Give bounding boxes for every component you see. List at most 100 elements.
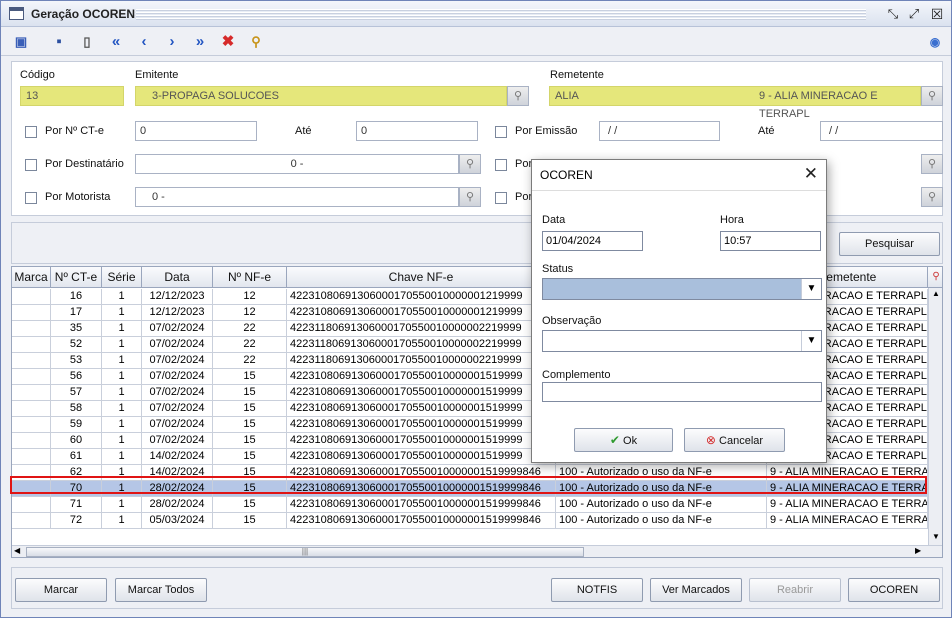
cell-marca — [12, 337, 51, 353]
col-marca[interactable]: Marca — [12, 267, 51, 288]
cell-serie: 1 — [102, 401, 142, 417]
close-icon[interactable]: ☒ — [929, 6, 945, 22]
cell-chave: 42231080691306000170550010000001519999 — [287, 385, 556, 401]
new-icon[interactable]: ▯ — [77, 32, 97, 52]
por-motorista-checkbox[interactable] — [25, 192, 37, 204]
search-icon[interactable]: ⚲ — [246, 32, 266, 52]
prev-icon[interactable]: ‹ — [134, 32, 154, 52]
cell-cte: 16 — [51, 289, 102, 305]
dialog-hora-field[interactable]: 10:57 — [720, 231, 821, 251]
cell-nfe: 12 — [213, 305, 287, 321]
marcar-todos-button[interactable]: Marcar Todos — [115, 578, 207, 602]
col-serie[interactable]: Série — [102, 267, 142, 288]
first-icon[interactable]: « — [106, 32, 126, 52]
status-dropdown-icon[interactable]: ▼ — [801, 279, 821, 299]
dialog-status-select[interactable]: ▼ — [542, 278, 822, 300]
motorista-field[interactable]: 0 - — [135, 187, 459, 207]
vertical-scrollbar[interactable]: ▲ ▼ — [928, 288, 942, 545]
cell-nfe: 22 — [213, 321, 287, 337]
filter-4-lookup-icon[interactable]: ⚲ — [921, 187, 943, 207]
column-picker-icon[interactable]: ⚲ — [928, 267, 942, 288]
remetente-code: ALIA — [555, 90, 579, 102]
col-chave[interactable]: Chave NF-e — [287, 267, 556, 288]
cell-marca — [12, 481, 51, 497]
save-icon[interactable]: ▪ — [49, 32, 69, 52]
por-filter-4-label: Por — [515, 191, 533, 203]
horizontal-scrollbar[interactable]: ◀ ||| ▶ — [12, 545, 942, 557]
cell-data: 12/12/2023 — [142, 305, 213, 321]
por-destinatario-checkbox[interactable] — [25, 159, 37, 171]
last-icon[interactable]: » — [190, 32, 210, 52]
next-icon[interactable]: › — [162, 32, 182, 52]
marcar-button[interactable]: Marcar — [15, 578, 107, 602]
scroll-up-icon[interactable]: ▲ — [930, 289, 942, 301]
cell-nfe: 12 — [213, 289, 287, 305]
por-filter-3-checkbox[interactable] — [495, 159, 507, 171]
por-ncte-checkbox[interactable] — [25, 126, 37, 138]
por-filter-4-checkbox[interactable] — [495, 192, 507, 204]
scroll-right-icon[interactable]: ▶ — [915, 546, 921, 555]
por-emissao-checkbox[interactable] — [495, 126, 507, 138]
cell-chave: 42231080691306000170550010000001519999 — [287, 449, 556, 465]
col-ncte[interactable]: Nº CT-e — [51, 267, 102, 288]
cell-serie: 1 — [102, 449, 142, 465]
dialog-data-label: Data — [542, 214, 566, 226]
table-row[interactable]: 72 1 05/03/2024 15 4223108069130600017055001… — [12, 513, 928, 529]
title-grip — [136, 9, 866, 20]
cell-chave: 42231180691306000170550010000002219999 — [287, 337, 556, 353]
cell-nfe: 15 — [213, 433, 287, 449]
dialog-status-label: Status — [542, 263, 574, 275]
ncte-from-field[interactable]: 0 — [135, 121, 257, 141]
dialog-cancelar-button[interactable]: ⊗ Cancelar — [684, 428, 785, 452]
table-row[interactable]: 71 1 28/02/2024 15 4223108069130600017055001… — [12, 497, 928, 513]
emitente-lookup-icon[interactable]: ⚲ — [507, 86, 529, 106]
dialog-data-field[interactable]: 01/04/2024 — [542, 231, 643, 251]
reabrir-button: Reabrir — [749, 578, 841, 602]
dialog-complemento-field[interactable] — [542, 382, 822, 402]
dialog-observacao-select[interactable]: ▼ — [542, 330, 822, 352]
cell-data: 07/02/2024 — [142, 433, 213, 449]
help-icon[interactable]: ◉ — [925, 32, 945, 52]
ocoren-button[interactable]: OCOREN — [848, 578, 940, 602]
emissao-to-field[interactable]: / / — [820, 121, 943, 141]
cell-data: 07/02/2024 — [142, 417, 213, 433]
notfis-button[interactable]: NOTFIS — [551, 578, 643, 602]
por-destinatario-label: Por Destinatário — [45, 158, 124, 170]
delete-icon[interactable]: ✖ — [218, 32, 238, 52]
remetente-field[interactable]: ALIA 9 - ALIA MINERACAO E TERRAPL — [549, 86, 921, 120]
dialog-observacao-label: Observação — [542, 315, 602, 327]
emitente-field[interactable]: 3-PROPAGA SOLUCOES — [135, 86, 507, 106]
table-row[interactable]: 62 1 14/02/2024 15 4223108069130600017055001… — [12, 465, 928, 481]
scroll-left-icon[interactable]: ◀ — [14, 546, 20, 555]
cell-marca — [12, 465, 51, 481]
cell-serie: 1 — [102, 353, 142, 369]
scroll-down-icon[interactable]: ▼ — [930, 532, 942, 544]
dialog-close-icon[interactable]: ✕ — [804, 164, 818, 184]
observacao-dropdown-icon[interactable]: ▼ — [801, 331, 821, 351]
col-data[interactable]: Data — [142, 267, 213, 288]
emissao-from-field[interactable]: / / — [599, 121, 720, 141]
dialog-ok-button[interactable]: ✔ Ok — [574, 428, 673, 452]
destinatario-field[interactable]: 0 - — [135, 154, 459, 174]
scroll-thumb[interactable]: ||| — [26, 547, 584, 557]
col-nfe[interactable]: Nº NF-e — [213, 267, 287, 288]
pesquisar-button[interactable]: Pesquisar — [839, 232, 940, 256]
remetente-lookup-icon[interactable]: ⚲ — [921, 86, 943, 106]
filter-3-lookup-icon[interactable]: ⚲ — [921, 154, 943, 174]
clear-icon[interactable]: ▣ — [11, 32, 31, 52]
cell-serie: 1 — [102, 369, 142, 385]
minimize-icon[interactable]: ⤡ — [885, 6, 901, 22]
cell-data: 07/02/2024 — [142, 369, 213, 385]
cell-cte: 53 — [51, 353, 102, 369]
dialog-divider — [532, 190, 826, 191]
cell-nfe: 22 — [213, 353, 287, 369]
cell-nfe: 15 — [213, 497, 287, 513]
cell-marca — [12, 417, 51, 433]
ncte-to-field[interactable]: 0 — [356, 121, 478, 141]
codigo-field[interactable]: 13 — [20, 86, 124, 106]
ver-marcados-button[interactable]: Ver Marcados — [650, 578, 742, 602]
table-row[interactable]: 70 1 28/02/2024 15 4223108069130600017055001… — [12, 481, 928, 497]
maximize-icon[interactable]: ⤢ — [906, 6, 922, 22]
motorista-lookup-icon[interactable]: ⚲ — [459, 187, 481, 207]
destinatario-lookup-icon[interactable]: ⚲ — [459, 154, 481, 174]
